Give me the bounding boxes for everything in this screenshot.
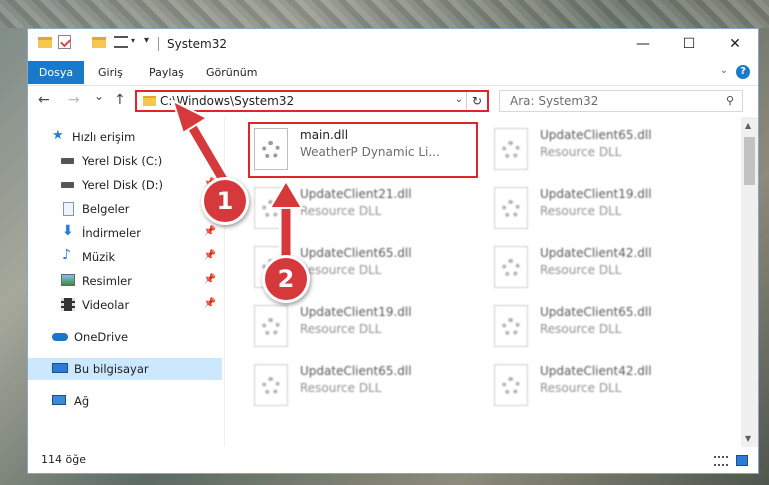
step-badge-1: 1 bbox=[201, 177, 249, 225]
step-badge-2: 2 bbox=[262, 255, 310, 303]
arrow-1 bbox=[171, 99, 235, 195]
annotation-overlay bbox=[171, 99, 304, 275]
